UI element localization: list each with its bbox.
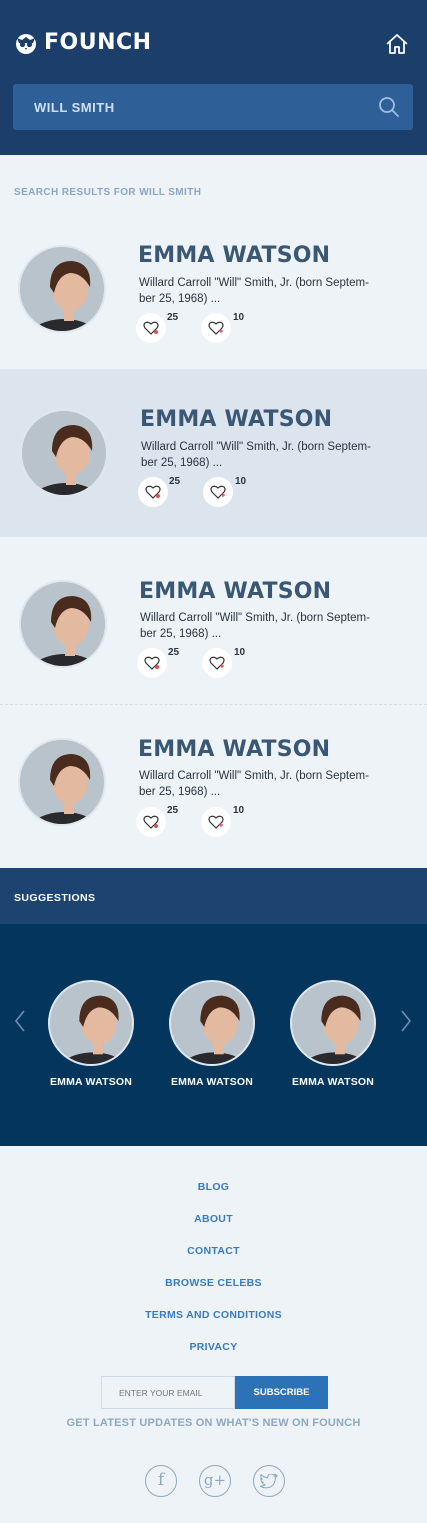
heart-add-icon <box>210 485 226 499</box>
desc-line: Willard Carroll "Will" Smith, Jr. (born … <box>141 441 371 453</box>
brand-name: FOUNCH <box>44 30 152 55</box>
result-description: Willard Carroll "Will" Smith, Jr. (born … <box>139 768 384 800</box>
like-count: 25 <box>169 476 181 487</box>
suggestion-name: EMMA WATSON <box>291 1076 375 1088</box>
desc-line: ber 25, 1968) ... <box>139 786 221 798</box>
search-bar <box>13 84 413 130</box>
suggestion-item[interactable]: EMMA WATSON <box>31 980 151 1088</box>
google-plus-icon[interactable]: g+ <box>199 1465 231 1497</box>
heart-add-icon <box>208 321 224 335</box>
footer-nav: BLOG ABOUT CONTACT BROWSE CELEBS TERMS A… <box>0 1180 427 1372</box>
result-name[interactable]: EMMA WATSON <box>139 579 331 604</box>
desc-line: ber 25, 1968) ... <box>140 628 222 640</box>
suggestion-item[interactable]: EMMA WATSON <box>273 980 393 1088</box>
suggestions-carousel: EMMA WATSON EMMA WATSON EMMA WATSON <box>0 924 427 1146</box>
result-item[interactable]: EMMA WATSON Willard Carroll "Will" Smith… <box>0 705 427 868</box>
heart-count: 10 <box>235 476 247 487</box>
result-description: Willard Carroll "Will" Smith, Jr. (born … <box>139 275 384 307</box>
heart-count: 10 <box>233 805 245 816</box>
heart-count: 10 <box>233 312 245 323</box>
heart-icon <box>144 656 160 670</box>
suggestion-name: EMMA WATSON <box>49 1076 133 1088</box>
twitter-icon[interactable] <box>253 1465 285 1497</box>
facebook-icon[interactable]: f <box>145 1465 177 1497</box>
brand[interactable]: FOUNCH <box>14 30 152 55</box>
heart-count: 10 <box>234 647 246 658</box>
chevron-right-icon[interactable] <box>398 1008 414 1034</box>
avatar <box>19 580 107 668</box>
google-plus-glyph: g+ <box>203 1471 227 1489</box>
heart-button[interactable] <box>203 477 233 507</box>
heart-icon <box>143 321 159 335</box>
avatar <box>20 409 108 497</box>
like-count: 25 <box>167 805 179 816</box>
footer-link-privacy[interactable]: PRIVACY <box>0 1340 427 1372</box>
owl-logo-icon <box>16 33 36 54</box>
desc-line: Willard Carroll "Will" Smith, Jr. (born … <box>139 277 369 289</box>
result-item[interactable]: EMMA WATSON Willard Carroll "Will" Smith… <box>0 215 427 369</box>
heart-icon <box>145 485 161 499</box>
like-button[interactable] <box>137 648 167 678</box>
heart-icon <box>143 815 159 829</box>
avatar <box>18 245 106 333</box>
like-count: 25 <box>167 312 179 323</box>
result-name[interactable]: EMMA WATSON <box>138 737 330 762</box>
suggestions-title: SUGGESTIONS <box>14 892 96 904</box>
search-icon[interactable] <box>378 96 400 118</box>
result-description: Willard Carroll "Will" Smith, Jr. (born … <box>141 439 386 471</box>
home-icon[interactable] <box>385 32 409 56</box>
facebook-glyph: f <box>157 1470 165 1490</box>
result-description: Willard Carroll "Will" Smith, Jr. (born … <box>140 610 385 642</box>
heart-button[interactable] <box>202 648 232 678</box>
heart-add-icon <box>209 656 225 670</box>
like-button[interactable] <box>136 807 166 837</box>
like-button[interactable] <box>136 313 166 343</box>
subscribe-button[interactable]: SUBSCRIBE <box>235 1376 328 1409</box>
desc-line: Willard Carroll "Will" Smith, Jr. (born … <box>140 612 370 624</box>
like-count: 25 <box>168 647 180 658</box>
heart-button[interactable] <box>201 807 231 837</box>
footer-link-browse-celebs[interactable]: BROWSE CELEBS <box>0 1276 427 1308</box>
desc-line: ber 25, 1968) ... <box>139 293 221 305</box>
heart-add-icon <box>208 815 224 829</box>
result-item[interactable]: EMMA WATSON Willard Carroll "Will" Smith… <box>0 369 427 537</box>
suggestions-header: SUGGESTIONS <box>0 868 427 924</box>
chevron-left-icon[interactable] <box>12 1008 28 1034</box>
desc-line: ber 25, 1968) ... <box>141 457 223 469</box>
footer-link-blog[interactable]: BLOG <box>0 1180 427 1212</box>
result-name[interactable]: EMMA WATSON <box>140 407 332 432</box>
desc-line: Willard Carroll "Will" Smith, Jr. (born … <box>139 770 369 782</box>
result-item[interactable]: EMMA WATSON Willard Carroll "Will" Smith… <box>0 537 427 704</box>
twitter-bird-icon <box>259 1473 278 1489</box>
avatar <box>169 980 255 1066</box>
avatar <box>290 980 376 1066</box>
footer-link-about[interactable]: ABOUT <box>0 1212 427 1244</box>
suggestion-item[interactable]: EMMA WATSON <box>152 980 272 1088</box>
avatar <box>18 738 106 826</box>
footer-link-contact[interactable]: CONTACT <box>0 1244 427 1276</box>
search-input[interactable] <box>13 84 373 130</box>
newsletter-text: GET LATEST UPDATES ON WHAT'S NEW ON FOUN… <box>66 1417 361 1429</box>
like-button[interactable] <box>138 477 168 507</box>
avatar <box>48 980 134 1066</box>
email-field[interactable] <box>101 1376 235 1409</box>
footer-link-terms[interactable]: TERMS AND CONDITIONS <box>0 1308 427 1340</box>
suggestion-name: EMMA WATSON <box>170 1076 254 1088</box>
result-name[interactable]: EMMA WATSON <box>138 243 330 268</box>
header: FOUNCH <box>0 0 427 155</box>
results-title: SEARCH RESULTS FOR WILL SMITH <box>14 187 202 198</box>
heart-button[interactable] <box>201 313 231 343</box>
